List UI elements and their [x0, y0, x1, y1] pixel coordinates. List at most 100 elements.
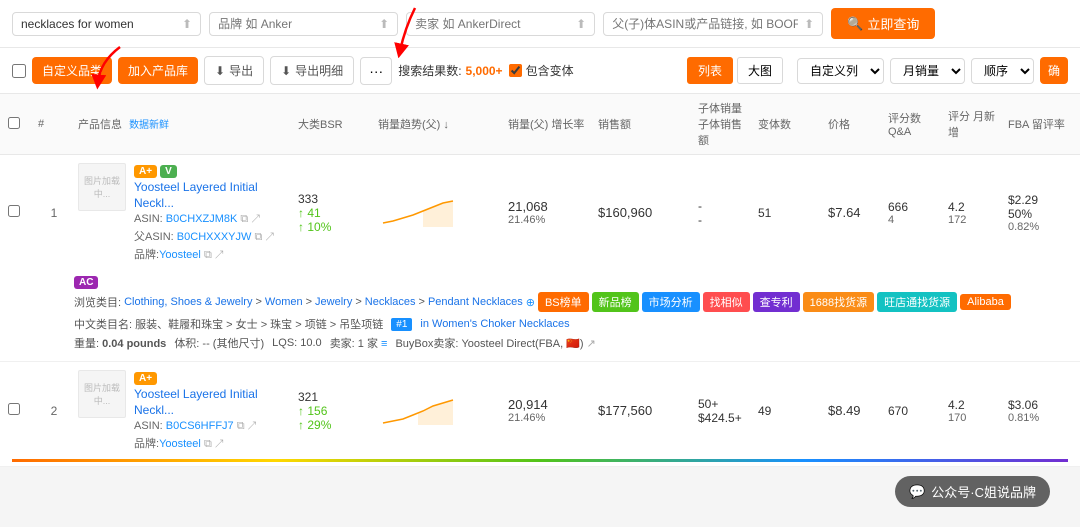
breadcrumb-jewelry[interactable]: Jewelry	[315, 296, 352, 308]
browse-prefix: 浏览类目:	[74, 294, 121, 310]
th-rating-monthly: 评分 月新增	[944, 108, 1004, 140]
row2-price: $8.49	[824, 403, 884, 418]
export-icon: ⬇	[215, 64, 225, 78]
th-fba: FBA 留评率	[1004, 116, 1080, 132]
row2-brand-copy-icon[interactable]: ⧉	[204, 438, 212, 450]
seller-search-wrap[interactable]: ⬆	[406, 12, 595, 36]
select-all-checkbox[interactable]	[12, 64, 26, 78]
row2-num: 2	[34, 404, 74, 418]
watermark: 💬 公众号·C姐说品牌	[895, 476, 1050, 507]
row1-brand-open-icon[interactable]: ↗	[215, 249, 224, 261]
view-grid-button[interactable]: 大图	[737, 57, 783, 84]
row2-color-bar	[12, 459, 1068, 462]
row1-asin: ASIN: B0CHXZJM8K ⧉ ↗	[134, 213, 290, 226]
more-button[interactable]: ···	[360, 57, 392, 85]
seller-icon[interactable]: ≡	[381, 338, 387, 350]
tag-market-button[interactable]: 市场分析	[642, 292, 700, 312]
keyword-input[interactable]	[21, 17, 176, 31]
lqs-info: LQS: 10.0	[272, 337, 322, 349]
row1-price: $7.64	[824, 205, 884, 220]
confirm-button[interactable]: 确	[1040, 57, 1068, 84]
result-count-value: 5,000+	[466, 64, 503, 78]
row1-sales: 21,068 21.46%	[504, 199, 594, 226]
breadcrumb-plus-icon[interactable]: ⊕	[526, 296, 535, 309]
row1-brand-copy-icon[interactable]: ⧉	[204, 249, 212, 261]
th-sales[interactable]: 销量(父) 增长率	[504, 116, 594, 132]
row2-copy-icon[interactable]: ⧉	[237, 420, 245, 432]
row2-rating-qa: 670	[884, 404, 944, 418]
tag-wangdian-button[interactable]: 旺店通找货源	[877, 292, 957, 312]
th-child-sales: 子体销量 子体销售额	[694, 100, 754, 148]
row1-v-badge: V	[160, 165, 177, 178]
result-prefix: 搜索结果数:	[398, 62, 461, 79]
add-library-label: 加入产品库	[128, 64, 188, 78]
custom-col-select[interactable]: 自定义列	[797, 58, 884, 84]
breadcrumb-pendant[interactable]: Pendant Necklaces	[428, 296, 523, 308]
tag-similar-button[interactable]: 找相似	[703, 292, 750, 312]
weight-info: 重量: 0.04 pounds	[74, 335, 166, 351]
include-variant-toggle[interactable]: 包含变体	[509, 62, 574, 79]
row1-meta: 中文类目名: 服装、鞋履和珠宝 > 女士 > 珠宝 > 项链 > 吊坠项链 #1…	[74, 316, 1068, 332]
row1-child-sales: - -	[694, 199, 754, 227]
row2-open-icon[interactable]: ↗	[248, 420, 257, 432]
header-checkbox[interactable]	[8, 117, 20, 129]
search-button[interactable]: 🔍 立即查询	[831, 8, 935, 39]
asin-upload-icon: ⬆	[804, 17, 814, 31]
row1-parent-open-icon[interactable]: ↗	[265, 231, 274, 243]
export-detail-button[interactable]: ⬇ 导出明细	[270, 56, 354, 85]
tag-bs-button[interactable]: BS榜单	[538, 292, 589, 312]
breadcrumb-women[interactable]: Women	[265, 296, 303, 308]
row1-copy-icon[interactable]: ⧉	[240, 213, 248, 225]
row2-product-info: 图片加载中... A+ Yoosteel Layered Initial Nec…	[74, 370, 294, 451]
row2-checkbox[interactable]	[4, 403, 34, 418]
include-variant-checkbox[interactable]	[509, 64, 522, 77]
th-num: #	[34, 118, 74, 130]
asin-search-wrap[interactable]: ⬆	[603, 12, 823, 36]
breadcrumb-clothing[interactable]: Clothing, Shoes & Jewelry	[124, 296, 252, 308]
keyword-upload-icon: ⬆	[182, 17, 192, 31]
order-select[interactable]: 顺序	[971, 58, 1034, 84]
table-header-row: # 产品信息 数据新鲜 大类BSR 销量趋势(父) ↓ 销量(父) 增长率 销售…	[0, 94, 1080, 155]
category-rank-link[interactable]: in Women's Choker Necklaces	[420, 318, 569, 330]
data-freshness-label: 数据新鲜	[129, 120, 169, 131]
buybox-info: BuyBox卖家: Yoosteel Direct(FBA, 🇨🇳) ↗	[395, 335, 595, 351]
row2-title[interactable]: Yoosteel Layered Initial Neckl...	[134, 387, 290, 418]
row2-badges: A+	[134, 372, 290, 385]
row1-parent-copy-icon[interactable]: ⧉	[254, 231, 262, 243]
tag-alibaba-button[interactable]: Alibaba	[960, 294, 1011, 310]
tag-patent-button[interactable]: 查专利	[753, 292, 800, 312]
product-row-1-main: 1 图片加载中... A+ V Yoosteel Layered Initial…	[0, 155, 1080, 270]
brand-input[interactable]	[218, 17, 373, 31]
row2-sales: 20,914 21.46%	[504, 397, 594, 424]
view-grid-label: 大图	[748, 64, 772, 78]
toolbar-right: 自定义列 月销量 顺序 确	[797, 57, 1068, 84]
th-trend[interactable]: 销量趋势(父) ↓	[374, 116, 504, 132]
buybox-link-icon[interactable]: ↗	[587, 338, 596, 350]
row1-breadcrumb: 浏览类目: Clothing, Shoes & Jewelry > Women …	[74, 292, 1068, 312]
row1-title[interactable]: Yoosteel Layered Initial Neckl...	[134, 180, 290, 211]
brand-search-wrap[interactable]: ⬆	[209, 12, 398, 36]
view-toggle: 列表 大图	[687, 57, 783, 84]
custom-category-button[interactable]: 自定义品类	[32, 57, 112, 84]
product-row-1: 1 图片加载中... A+ V Yoosteel Layered Initial…	[0, 155, 1080, 362]
row2-product-image: 图片加载中...	[78, 370, 126, 418]
row1-open-icon[interactable]: ↗	[251, 213, 260, 225]
row2-brand-open-icon[interactable]: ↗	[215, 438, 224, 450]
row1-trend-chart	[374, 193, 504, 232]
tag-1688-button[interactable]: 1688找货源	[803, 292, 874, 312]
monthly-sales-select[interactable]: 月销量	[890, 58, 965, 84]
seller-input[interactable]	[415, 17, 570, 31]
add-to-library-button[interactable]: 加入产品库	[118, 57, 198, 84]
export-button[interactable]: ⬇ 导出	[204, 56, 264, 85]
tag-new-button[interactable]: 新品榜	[592, 292, 639, 312]
th-bsr[interactable]: 大类BSR	[294, 116, 374, 132]
row2-product-details: A+ Yoosteel Layered Initial Neckl... ASI…	[134, 370, 290, 451]
export-detail-icon: ⬇	[281, 64, 291, 78]
breadcrumb-necklaces[interactable]: Necklaces	[365, 296, 416, 308]
row1-parent-asin: 父ASIN: B0CHXXXYJW ⧉ ↗	[134, 228, 290, 244]
row1-checkbox[interactable]	[4, 205, 34, 220]
view-list-button[interactable]: 列表	[687, 57, 733, 84]
keyword-search-wrap[interactable]: ⬆	[12, 12, 201, 36]
top-search-bar: ⬆ ⬆ ⬆ ⬆ 🔍 立即查询	[0, 0, 1080, 48]
asin-input[interactable]	[612, 17, 798, 31]
